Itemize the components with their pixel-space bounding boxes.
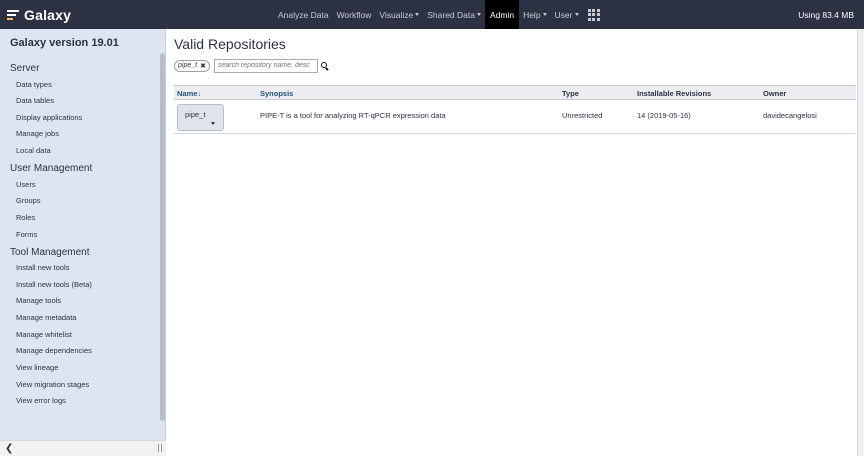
- galaxy-version-title: Galaxy version 19.01: [10, 37, 119, 49]
- left-panel-footer: ❮: [0, 440, 166, 456]
- top-navbar: Galaxy Analyze Data Workflow Visualize S…: [0, 0, 864, 29]
- column-header-installable-revisions: Installable Revisions: [637, 89, 712, 98]
- table-header: Name↓ Synopsis Type Installable Revision…: [174, 85, 856, 100]
- section-title-user-management: User Management: [10, 163, 93, 174]
- link-manage-dependencies[interactable]: Manage dependencies: [16, 346, 92, 355]
- column-header-synopsis[interactable]: Synopsis: [260, 89, 293, 98]
- link-manage-jobs[interactable]: Manage jobs: [16, 129, 59, 138]
- link-manage-tools[interactable]: Manage tools: [16, 296, 61, 305]
- admin-left-panel: Galaxy version 19.01 Server Data types D…: [0, 29, 166, 456]
- repositories-table: Name↓ Synopsis Type Installable Revision…: [174, 85, 856, 134]
- link-users[interactable]: Users: [16, 180, 36, 189]
- table-row: pipe_t PIPE-T is a tool for analyzing RT…: [174, 100, 856, 134]
- nav-user[interactable]: User: [551, 0, 583, 29]
- column-header-owner: Owner: [763, 89, 787, 98]
- galaxy-logo-icon: [7, 9, 20, 21]
- column-header-name[interactable]: Name↓: [177, 89, 201, 98]
- repository-name: pipe_t: [185, 110, 206, 119]
- link-roles[interactable]: Roles: [16, 213, 35, 222]
- link-groups[interactable]: Groups: [16, 196, 41, 205]
- caret-down-icon: [574, 13, 579, 16]
- repository-name-dropdown-button[interactable]: pipe_t: [177, 104, 224, 131]
- section-title-server: Server: [10, 63, 40, 74]
- nav-workflow[interactable]: Workflow: [333, 0, 376, 29]
- center-panel: Valid Repositories pipe_t ✖ Name↓ Synops…: [166, 29, 864, 456]
- link-view-lineage[interactable]: View lineage: [16, 363, 58, 372]
- link-manage-whitelist[interactable]: Manage whitelist: [16, 330, 72, 339]
- brand-link[interactable]: Galaxy: [7, 0, 71, 29]
- link-local-data[interactable]: Local data: [16, 146, 51, 155]
- caret-down-icon: [476, 13, 481, 16]
- repository-revisions: 14 (2019-05-16): [637, 111, 691, 120]
- left-panel-scroll-thumb[interactable]: [160, 53, 165, 421]
- nav-analyze-data[interactable]: Analyze Data: [274, 0, 333, 29]
- chevron-left-icon[interactable]: ❮: [5, 443, 13, 454]
- page-title: Valid Repositories: [174, 36, 286, 52]
- link-view-migration-stages[interactable]: View migration stages: [16, 380, 89, 389]
- link-manage-metadata[interactable]: Manage metadata: [16, 313, 76, 322]
- link-install-new-tools-beta[interactable]: Install new tools (Beta): [16, 280, 92, 289]
- link-install-new-tools[interactable]: Install new tools: [16, 263, 69, 272]
- filter-value: pipe_t: [178, 62, 198, 69]
- nav-shared-data[interactable]: Shared Data: [423, 0, 485, 29]
- search-input[interactable]: [213, 58, 318, 73]
- link-data-types[interactable]: Data types: [16, 80, 52, 89]
- brand-name: Galaxy: [24, 6, 72, 23]
- close-icon[interactable]: ✖: [200, 62, 206, 70]
- search-icon[interactable]: [320, 61, 329, 70]
- caret-down-icon: [415, 13, 420, 16]
- panel-drag-handle-icon[interactable]: [158, 444, 162, 452]
- quota-usage[interactable]: Using 83.4 MB: [798, 0, 854, 29]
- active-filter-pill[interactable]: pipe_t ✖: [174, 59, 210, 72]
- apps-grid-icon[interactable]: [587, 8, 600, 21]
- repository-type: Unrestricted: [562, 111, 603, 120]
- column-header-type: Type: [562, 89, 579, 98]
- repository-synopsis: PIPE-T is a tool for analyzing RT-qPCR e…: [260, 111, 446, 120]
- nav-visualize[interactable]: Visualize: [375, 0, 423, 29]
- link-forms[interactable]: Forms: [16, 230, 37, 239]
- link-data-tables[interactable]: Data tables: [16, 96, 54, 105]
- link-display-applications[interactable]: Display applications: [16, 113, 82, 122]
- nav-menu: Analyze Data Workflow Visualize Shared D…: [274, 0, 600, 29]
- repository-owner: davidecangelosi: [763, 111, 817, 120]
- section-title-tool-management: Tool Management: [10, 247, 90, 258]
- caret-down-icon: [542, 13, 547, 16]
- caret-down-icon: [211, 122, 215, 125]
- search-row: pipe_t ✖: [174, 58, 329, 73]
- right-panel-collapsed[interactable]: [857, 29, 864, 456]
- nav-help[interactable]: Help: [519, 0, 550, 29]
- link-view-error-logs[interactable]: View error logs: [16, 396, 66, 405]
- nav-admin[interactable]: Admin: [484, 0, 520, 29]
